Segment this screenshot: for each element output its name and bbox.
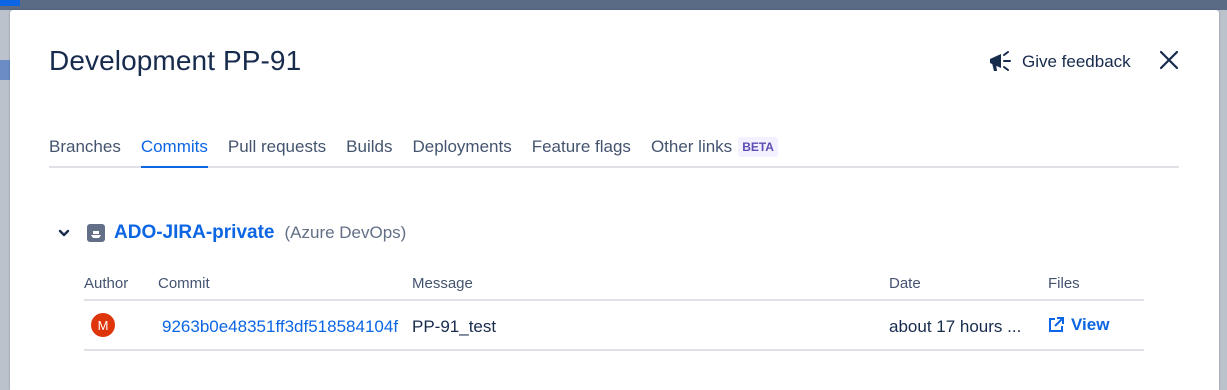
tab-label: Branches [49,137,121,156]
table-row: M 9263b0e48351ff3df518584104f PP-91_test… [84,301,1144,351]
table-header: Author Commit Message Date Files [84,272,1144,301]
external-link-icon [1049,317,1064,332]
column-message: Message [412,275,473,292]
repository-provider: (Azure DevOps) [284,223,407,242]
tab-commits[interactable]: Commits [140,134,208,168]
view-label: View [1071,315,1110,334]
backdrop-header [0,0,1227,10]
repository-link[interactable]: ADO-JIRA-private [114,222,274,244]
development-dialog: Development PP-91 Give feedback Branches… [10,10,1219,390]
tab-label: Pull requests [227,137,327,156]
tab-feature-flags[interactable]: Feature flags [532,134,631,166]
tab-label: Deployments [412,137,512,156]
dialog-title: Development PP-91 [49,45,302,76]
tab-branches[interactable]: Branches [49,134,121,166]
tab-pull-requests[interactable]: Pull requests [228,134,326,166]
column-author: Author [84,275,129,292]
close-icon [1159,50,1179,70]
repository-icon [87,224,105,242]
backdrop-accent [0,0,20,6]
commit-date: about 17 hours ... [889,317,1022,336]
view-files-link[interactable]: View [1047,315,1109,335]
commits-table: Author Commit Message Date Files M 9263b… [84,272,1144,351]
column-date: Date [889,275,921,292]
tab-bar: Branches Commits Pull requests Builds De… [49,134,1179,168]
avatar: M [89,311,117,339]
column-files: Files [1048,275,1080,292]
tab-deployments[interactable]: Deployments [412,134,511,166]
tab-label: Feature flags [531,137,631,156]
commit-hash-link[interactable]: 9263b0e48351ff3df518584104f [162,317,402,337]
beta-badge: BETA [738,137,778,157]
chevron-down-icon[interactable] [54,223,74,243]
tab-label: Commits [140,137,208,156]
tab-label: Other links [650,137,733,156]
close-button[interactable] [1159,50,1179,70]
backdrop-edge [0,60,10,80]
tab-other-links[interactable]: Other links BETA [651,134,778,166]
commit-message: PP-91_test [412,317,497,336]
megaphone-icon [990,51,1011,71]
column-commit: Commit [158,275,210,292]
tab-label: Builds [346,137,393,156]
tab-builds[interactable]: Builds [346,134,392,166]
repository-header: ADO-JIRA-private (Azure DevOps) [54,220,406,246]
give-feedback-label: Give feedback [1022,52,1131,71]
give-feedback-button[interactable]: Give feedback [988,50,1131,74]
